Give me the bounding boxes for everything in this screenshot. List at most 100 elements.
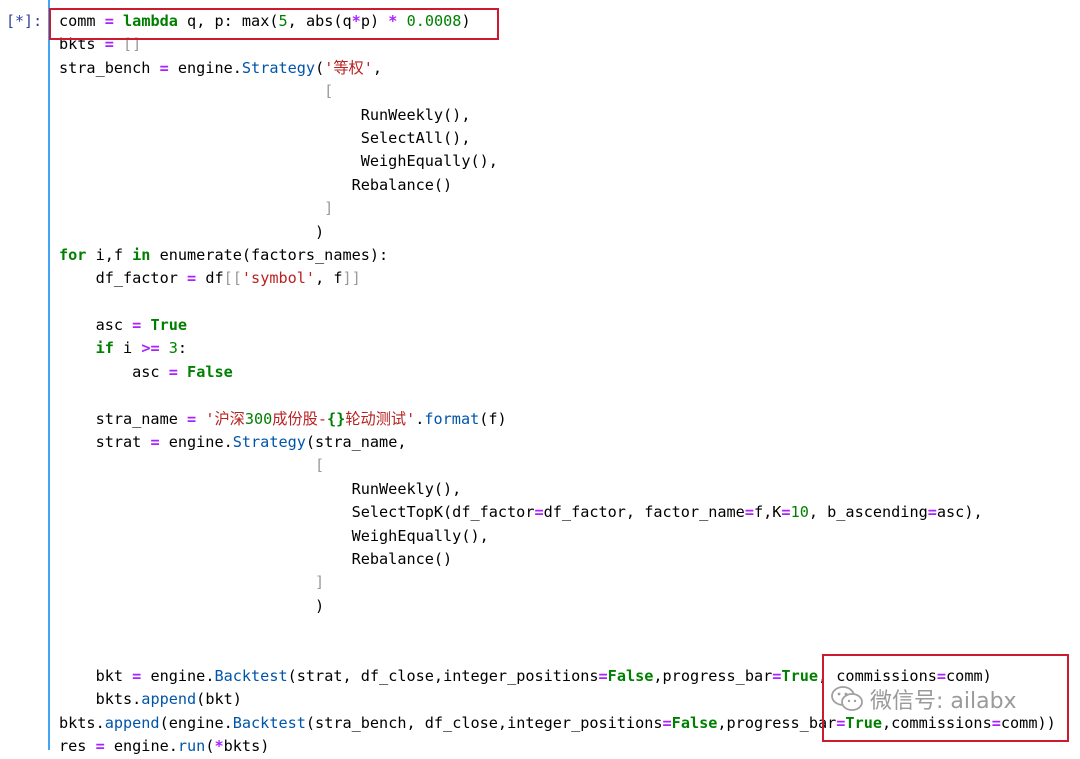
code-token: bkts.: [59, 713, 105, 732]
code-token: False: [607, 666, 654, 685]
code-token: '等权': [324, 58, 373, 77]
code-line: SelectTopK(df_factor=df_factor, factor_n…: [59, 501, 1056, 524]
code-token: ,progress_bar: [653, 666, 773, 685]
code-token: '沪深: [205, 409, 245, 428]
code-token: (engine.: [159, 713, 233, 732]
code-line: ): [59, 221, 1056, 244]
code-token: ): [59, 222, 325, 241]
code-line: Rebalance(): [59, 548, 1056, 571]
code-token: =: [534, 503, 544, 522]
code-token: Backtest: [232, 713, 306, 732]
code-token: (stra_bench, df_close,integer_positions: [305, 713, 663, 732]
code-token: SelectTopK(df_factor: [59, 503, 535, 522]
code-line: asc = False: [59, 361, 1056, 384]
code-token: bkt: [59, 666, 133, 685]
code-token: enumerate(factors_names):: [150, 245, 389, 264]
code-token: bkts.: [59, 690, 142, 709]
code-token: engine.: [159, 433, 233, 452]
code-line: WeighEqually(),: [59, 525, 1056, 548]
code-token: (bkt): [196, 690, 242, 709]
code-token: df: [196, 269, 224, 288]
code-token: format: [424, 409, 480, 428]
code-token: Rebalance(): [59, 549, 453, 568]
code-token: =: [168, 362, 178, 381]
code-token: bkts): [223, 737, 270, 756]
code-token: in: [132, 245, 151, 264]
code-token: RunWeekly(),: [59, 479, 462, 498]
code-token: [: [324, 82, 334, 101]
code-token: Backtest: [214, 666, 288, 685]
code-token: =: [187, 269, 197, 288]
code-token: False: [187, 362, 233, 381]
cell-prompt: [*]:: [6, 12, 43, 30]
code-line: ]: [59, 571, 1056, 594]
code-token: run: [177, 737, 206, 756]
code-token: (: [315, 58, 325, 77]
code-token: ): [59, 596, 325, 615]
code-token: False: [671, 713, 718, 732]
code-token: True: [150, 316, 188, 335]
code-line: stra_bench = engine.Strategy('等权',: [59, 57, 1056, 80]
code-line: WeighEqually(),: [59, 150, 1056, 173]
code-token: .: [415, 409, 425, 428]
watermark-text: 微信号: ailabx: [870, 689, 1017, 714]
code-token: =: [95, 737, 105, 756]
code-token: ]]: [342, 269, 361, 288]
code-token: =: [159, 58, 169, 77]
code-token: >=: [141, 339, 160, 358]
highlight-box-commission-lambda: [49, 8, 499, 40]
code-token: res: [59, 737, 96, 756]
code-token: =: [662, 713, 672, 732]
code-token: ]: [324, 199, 334, 218]
code-editor[interactable]: comm = lambda q, p: max(5, abs(q*p) * 0.…: [59, 10, 1056, 759]
code-token: 3: [168, 339, 178, 358]
code-token: engine.: [168, 58, 242, 77]
code-token: (f): [479, 409, 507, 428]
code-token: True: [781, 666, 818, 685]
code-token: =: [744, 503, 754, 522]
code-token: ,: [372, 58, 383, 77]
code-cell[interactable]: comm = lambda q, p: max(5, abs(q*p) * 0.…: [48, 0, 1080, 755]
code-token: (strat, df_close,integer_positions: [287, 666, 599, 685]
code-token: engine.: [141, 666, 215, 685]
code-token: asc: [59, 316, 133, 335]
code-line: if i >= 3:: [59, 337, 1056, 360]
code-token: =: [187, 409, 197, 428]
code-line: ]: [59, 197, 1056, 220]
code-token: (stra_name,: [305, 433, 407, 452]
code-line: for i,f in enumerate(factors_names):: [59, 244, 1056, 267]
wechat-icon: [831, 686, 863, 711]
code-token: 300: [244, 409, 273, 428]
code-token: *: [214, 737, 224, 756]
code-token: f,K: [753, 503, 782, 522]
code-token: df_factor: [59, 269, 188, 288]
code-token: engine.: [104, 737, 178, 756]
code-line: asc = True: [59, 314, 1056, 337]
code-token: [[: [223, 269, 242, 288]
code-token: for: [59, 245, 87, 264]
code-token: ]: [315, 573, 325, 592]
code-token: , b_ascending: [808, 503, 928, 522]
code-token: =: [150, 433, 160, 452]
code-token: WeighEqually(),: [59, 526, 489, 545]
code-token: append: [104, 713, 160, 732]
code-token: RunWeekly(),: [59, 105, 471, 124]
active-cell-indicator: [48, 0, 50, 750]
code-token: Strategy: [232, 433, 306, 452]
code-token: i: [113, 339, 142, 358]
code-line: strat = engine.Strategy(stra_name,: [59, 431, 1056, 454]
code-token: 10: [790, 503, 809, 522]
code-line: stra_name = '沪深300成份股-{}轮动测试'.format(f): [59, 408, 1056, 431]
code-token: df_factor, factor_name: [543, 503, 745, 522]
code-line: RunWeekly(),: [59, 478, 1056, 501]
code-token: [: [315, 456, 325, 475]
code-token: :: [177, 339, 188, 358]
code-token: append: [141, 690, 197, 709]
